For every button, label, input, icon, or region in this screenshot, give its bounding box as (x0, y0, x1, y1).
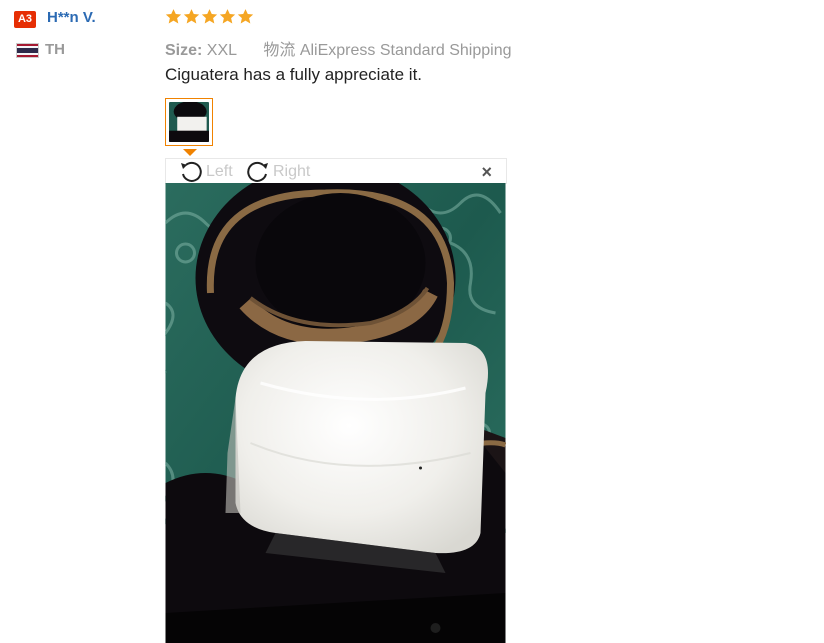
star-rating (165, 8, 255, 28)
rotate-right-icon (247, 161, 268, 182)
star-icon (237, 9, 254, 24)
rotate-right-button[interactable]: Right (245, 159, 310, 185)
review-comment: Ciguatera has a fully appreciate it. (165, 65, 423, 84)
size-label: Size: (165, 42, 203, 59)
star-icon (201, 9, 218, 24)
review-photo-thumbnail[interactable] (165, 98, 213, 146)
thailand-flag-icon (16, 43, 39, 58)
review-photo (165, 183, 506, 643)
star-icon (219, 9, 236, 24)
reviewer-name[interactable]: H**n V. (47, 9, 96, 26)
size-value: XXL (206, 42, 237, 59)
star-icon (183, 9, 200, 24)
close-viewer-button[interactable]: × (481, 162, 492, 182)
photo-viewer-toolbar: Left Right × (165, 158, 507, 184)
star-icon (165, 9, 182, 24)
thumbnail-pointer (183, 149, 197, 156)
rotate-left-button[interactable]: Left (178, 159, 233, 185)
rotate-left-label: Left (206, 163, 233, 180)
shipping-label: 物流 (263, 42, 296, 59)
reviewer-country: TH (45, 41, 65, 58)
shipping-value: AliExpress Standard Shipping (299, 42, 512, 59)
rotate-right-label: Right (273, 163, 311, 180)
rotate-left-icon (181, 161, 202, 182)
review-meta: Size: XXL 物流 AliExpress Standard Shippin… (165, 36, 512, 60)
buyer-level-badge: A3 (14, 11, 36, 28)
